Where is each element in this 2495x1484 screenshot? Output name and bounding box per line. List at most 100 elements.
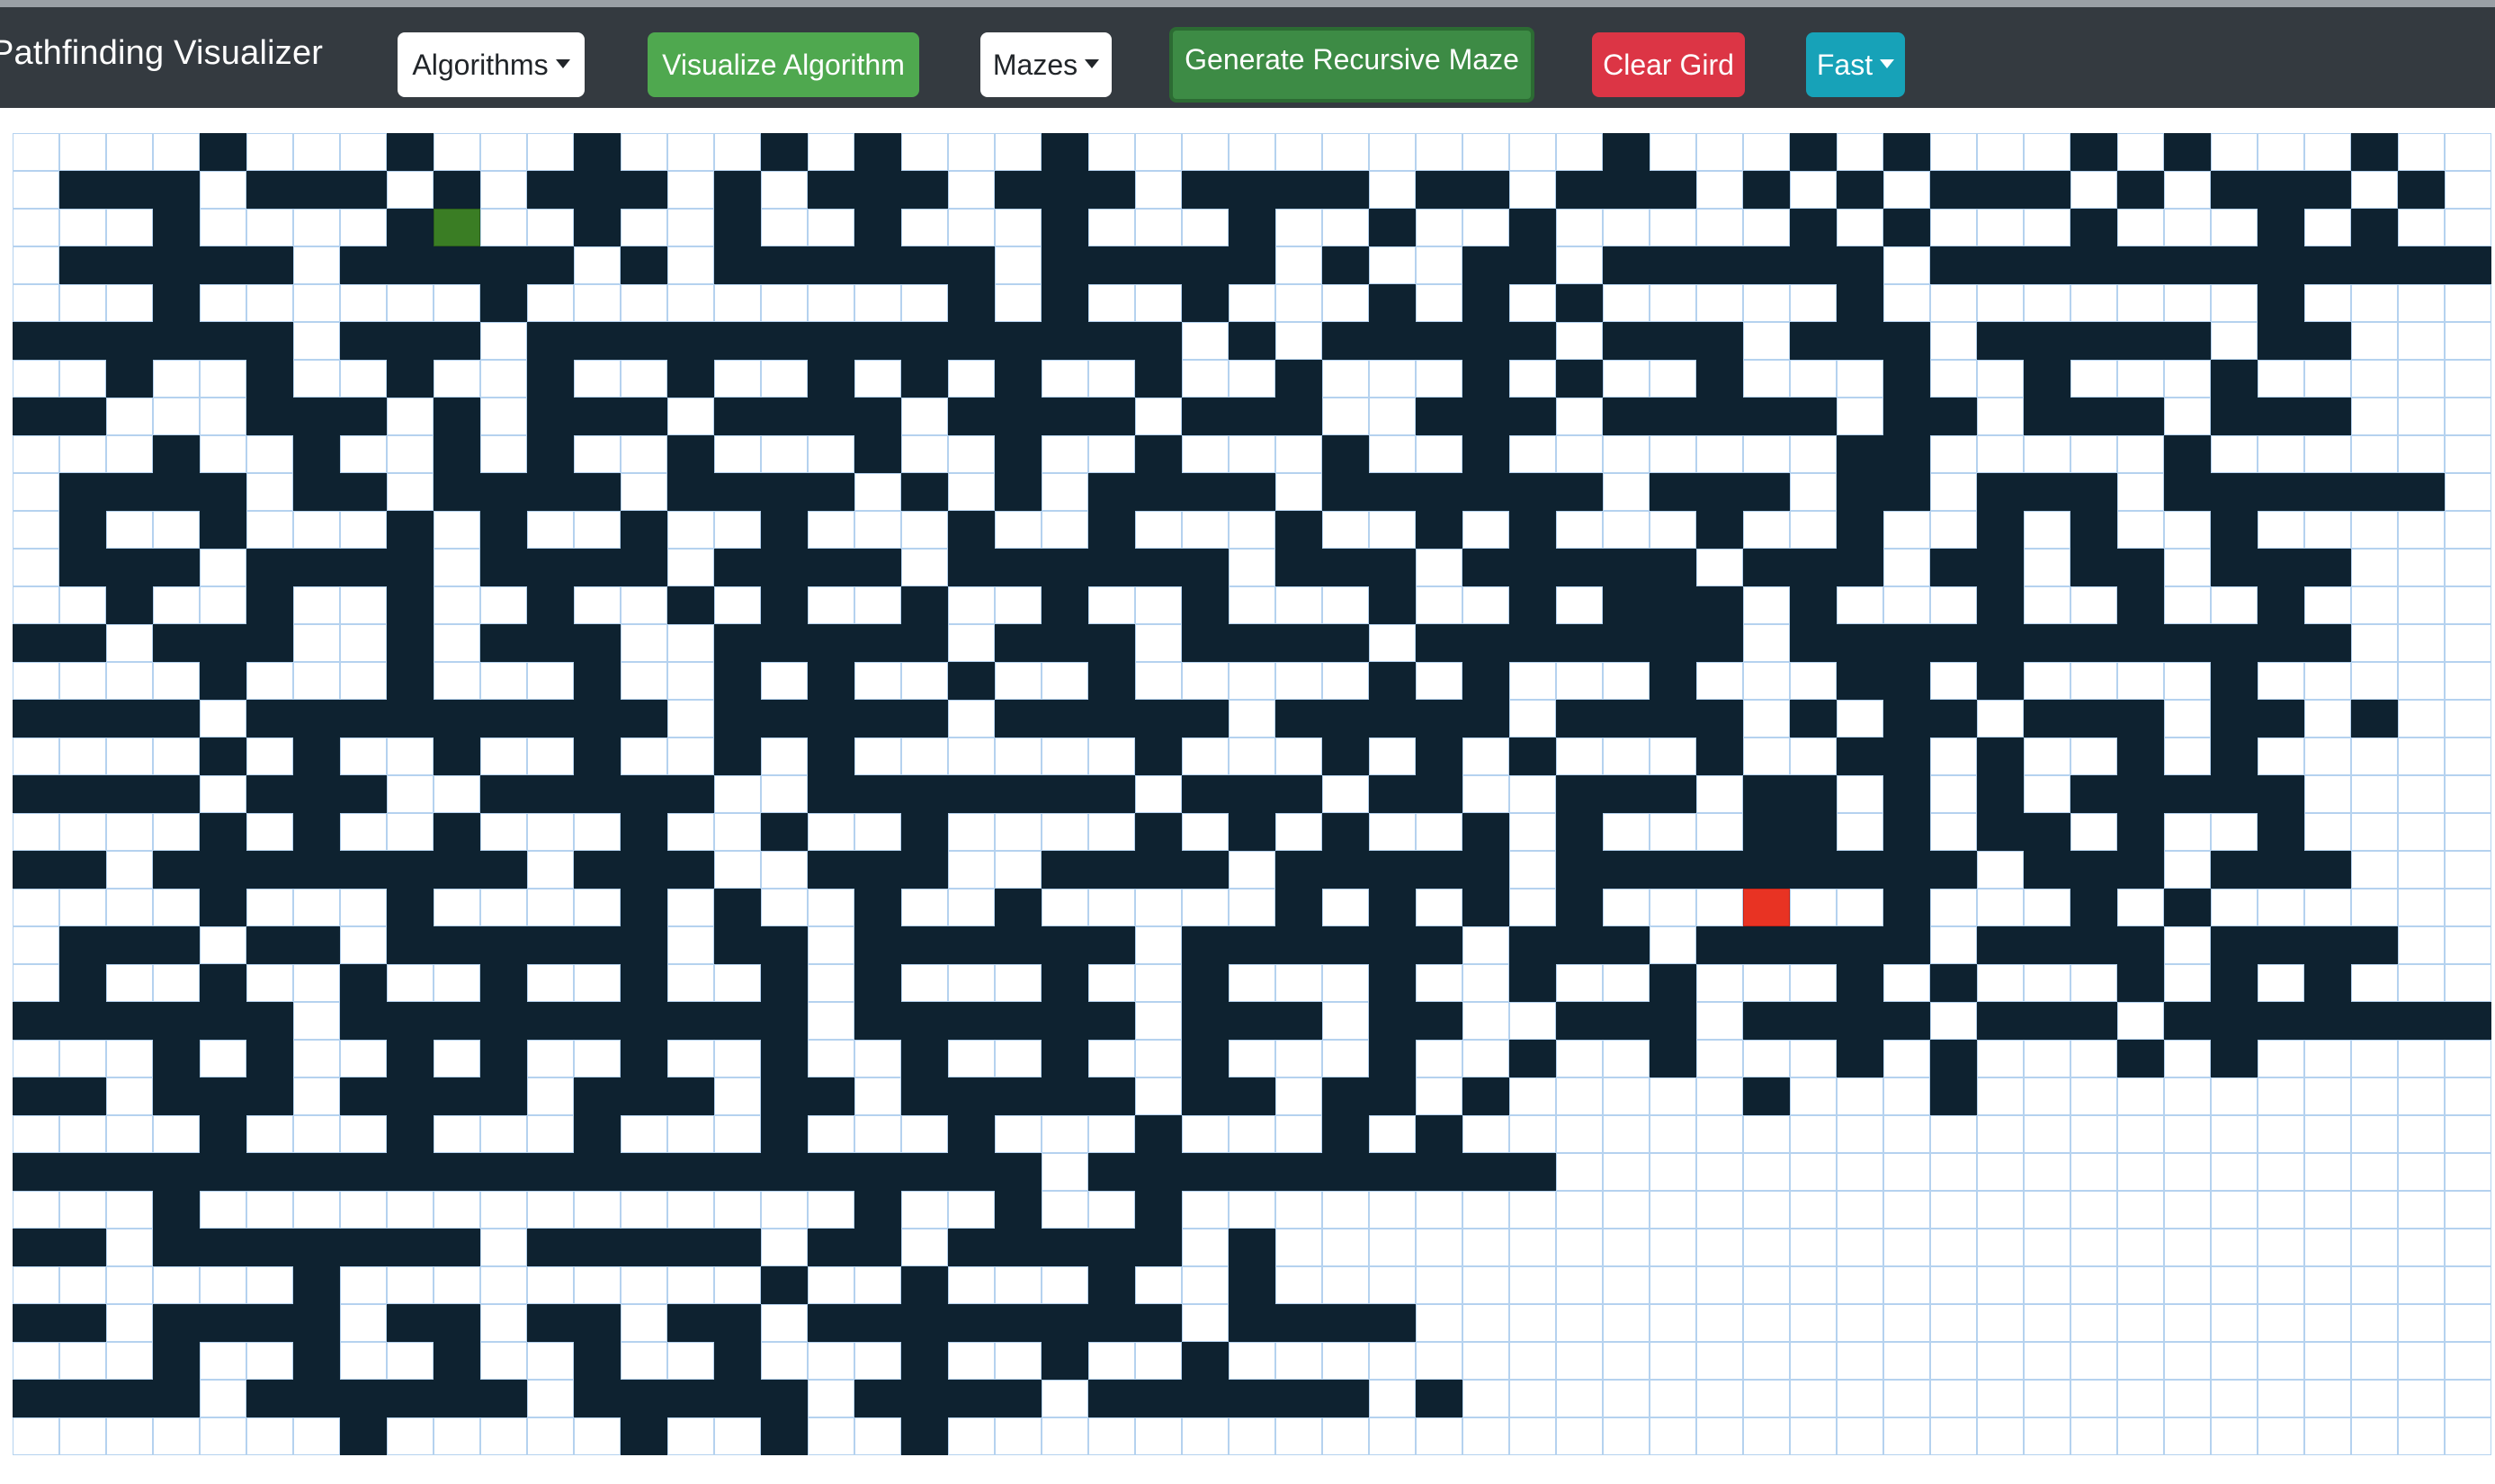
grid-cell[interactable] [200,1040,246,1077]
grid-cell[interactable] [200,360,246,398]
wall-cell[interactable] [2304,473,2351,511]
wall-cell[interactable] [59,700,106,738]
grid-cell[interactable] [1650,1191,1696,1229]
wall-cell[interactable] [1229,398,1275,435]
grid-cell[interactable] [434,586,480,624]
grid-cell[interactable] [2258,133,2304,171]
grid-cell[interactable] [2211,813,2258,851]
wall-cell[interactable] [434,1077,480,1115]
wall-cell[interactable] [1509,964,1556,1002]
grid-cell[interactable] [13,1040,59,1077]
grid-cell[interactable] [1275,1040,1322,1077]
grid-cell[interactable] [1790,1191,1837,1229]
grid-cell[interactable] [948,624,995,662]
grid-cell[interactable] [2351,1191,2398,1229]
wall-cell[interactable] [808,851,854,889]
wall-cell[interactable] [1743,398,1790,435]
grid-cell[interactable] [2024,209,2070,246]
grid-cell[interactable] [1322,133,1369,171]
grid-cell[interactable] [480,1266,527,1304]
grid-cell[interactable] [1229,851,1275,889]
grid-cell[interactable] [1556,1417,1603,1455]
wall-cell[interactable] [1416,398,1462,435]
grid-cell[interactable] [761,662,808,700]
grid-cell[interactable] [1696,813,1743,851]
wall-cell[interactable] [667,435,714,473]
grid-cell[interactable] [1322,1002,1369,1040]
grid-cell[interactable] [200,586,246,624]
grid-cell[interactable] [293,322,340,360]
grid-cell[interactable] [1322,511,1369,549]
wall-cell[interactable] [1042,1040,1088,1077]
grid-cell[interactable] [1696,662,1743,700]
wall-cell[interactable] [854,1002,901,1040]
wall-cell[interactable] [527,926,574,964]
wall-cell[interactable] [901,246,948,284]
grid-cell[interactable] [340,813,387,851]
wall-cell[interactable] [1462,549,1509,586]
wall-cell[interactable] [387,926,434,964]
wall-cell[interactable] [1509,246,1556,284]
grid-cell[interactable] [714,1040,761,1077]
grid-cell[interactable] [1042,662,1088,700]
wall-cell[interactable] [1275,700,1322,738]
grid-cell[interactable] [2211,1191,2258,1229]
grid-cell[interactable] [667,1342,714,1380]
grid-cell[interactable] [2117,1077,2164,1115]
wall-cell[interactable] [106,700,153,738]
wall-cell[interactable] [1275,511,1322,549]
grid-cell[interactable] [246,964,293,1002]
grid-cell[interactable] [1930,738,1977,775]
grid-cell[interactable] [2070,360,2117,398]
grid-cell[interactable] [2164,700,2211,738]
wall-cell[interactable] [761,322,808,360]
grid-cell[interactable] [995,964,1042,1002]
wall-cell[interactable] [1322,322,1369,360]
wall-cell[interactable] [200,511,246,549]
grid-cell[interactable] [2351,1342,2398,1380]
wall-cell[interactable] [901,1304,948,1342]
wall-cell[interactable] [246,398,293,435]
grid-cell[interactable] [480,1342,527,1380]
grid-cell[interactable] [714,284,761,322]
wall-cell[interactable] [1509,624,1556,662]
wall-cell[interactable] [13,624,59,662]
grid-cell[interactable] [1837,775,1883,813]
grid-cell[interactable] [1977,133,2024,171]
grid-cell[interactable] [1930,209,1977,246]
grid-cell[interactable] [1603,1077,1650,1115]
grid-cell[interactable] [387,284,434,322]
wall-cell[interactable] [2445,246,2491,284]
wall-cell[interactable] [1977,662,2024,700]
wall-cell[interactable] [714,473,761,511]
wall-cell[interactable] [1977,738,2024,775]
grid-cell[interactable] [1743,700,1790,738]
wall-cell[interactable] [2304,851,2351,889]
grid-cell[interactable] [761,775,808,813]
grid-cell[interactable] [854,586,901,624]
grid-cell[interactable] [1930,1115,1977,1153]
wall-cell[interactable] [153,549,200,586]
wall-cell[interactable] [1650,1002,1696,1040]
grid-cell[interactable] [2117,511,2164,549]
wall-cell[interactable] [387,246,434,284]
wall-cell[interactable] [1042,700,1088,738]
grid-cell[interactable] [1883,171,1930,209]
wall-cell[interactable] [761,926,808,964]
grid-cell[interactable] [293,209,340,246]
grid-cell[interactable] [808,926,854,964]
wall-cell[interactable] [2070,473,2117,511]
wall-cell[interactable] [1790,813,1837,851]
wall-cell[interactable] [1088,473,1135,511]
wall-cell[interactable] [1930,624,1977,662]
grid-cell[interactable] [1509,1002,1556,1040]
grid-cell[interactable] [434,1115,480,1153]
grid-cell[interactable] [1603,511,1650,549]
grid-cell[interactable] [621,1304,667,1342]
grid-cell[interactable] [2445,398,2491,435]
grid-cell[interactable] [1275,473,1322,511]
grid-cell[interactable] [2351,586,2398,624]
grid-cell[interactable] [1509,1342,1556,1380]
grid-cell[interactable] [106,889,153,926]
grid-cell[interactable] [1275,1077,1322,1115]
